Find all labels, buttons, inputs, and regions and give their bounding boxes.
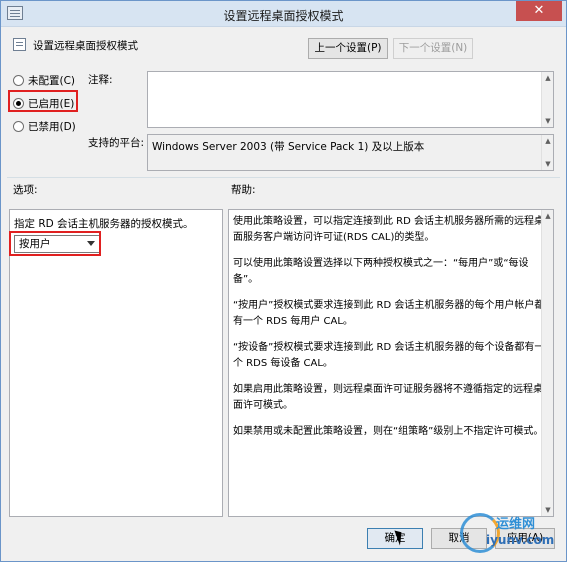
radio-label: 未配置(C) xyxy=(28,75,76,87)
watermark-cn: 运维网 xyxy=(496,517,536,532)
options-label: 选项: xyxy=(13,184,38,196)
help-label: 帮助: xyxy=(231,184,256,196)
window-title: 设置远程桌面授权模式 xyxy=(223,9,344,23)
help-paragraph: 使用此策略设置，可以指定连接到此 RD 会话主机服务器所需的远程桌面服务客户端访… xyxy=(233,216,545,243)
help-text: 使用此策略设置，可以指定连接到此 RD 会话主机服务器所需的远程桌面服务客户端访… xyxy=(233,214,545,450)
options-description: 指定 RD 会话主机服务器的授权模式。 xyxy=(14,218,194,230)
help-paragraph: 如果启用此策略设置，则远程桌面许可证服务器将不遵循指定的远程桌面许可模式。 xyxy=(233,384,543,411)
title-bar[interactable]: 设置远程桌面授权模式 ✕ xyxy=(1,1,566,27)
help-scrollbar[interactable]: ▲ ▼ xyxy=(541,210,553,516)
close-button[interactable]: ✕ xyxy=(516,1,562,21)
comment-label: 注释: xyxy=(88,74,113,86)
radio-label: 已禁用(D) xyxy=(28,121,76,133)
help-paragraph: “按用户”授权模式要求连接到此 RD 会话主机服务器的每个用户帐户都有一个 RD… xyxy=(233,300,545,327)
scroll-down-icon[interactable]: ▼ xyxy=(542,158,554,170)
platform-scrollbar[interactable]: ▲ ▼ xyxy=(541,135,553,170)
divider xyxy=(7,177,560,178)
comment-textarea[interactable]: ▲ ▼ xyxy=(147,71,554,128)
radio-button[interactable] xyxy=(13,75,24,86)
highlight-box-enabled xyxy=(8,90,78,112)
comment-scrollbar[interactable]: ▲ ▼ xyxy=(541,72,553,127)
next-setting-button[interactable]: 下一个设置(N) xyxy=(393,38,473,59)
radio-disabled[interactable]: 已禁用(D) xyxy=(13,119,76,134)
help-paragraph: 如果禁用或未配置此策略设置，则在“组策略”级别上不指定许可模式。 xyxy=(233,426,544,437)
help-paragraph: 可以使用此策略设置选择以下两种授权模式之一：“每用户”或“每设备”。 xyxy=(233,258,529,285)
platform-field: Windows Server 2003 (带 Service Pack 1) 及… xyxy=(147,134,554,171)
highlight-box-select xyxy=(9,231,101,256)
scroll-down-icon[interactable]: ▼ xyxy=(542,115,554,127)
platform-value: Windows Server 2003 (带 Service Pack 1) 及… xyxy=(152,141,425,153)
policy-dialog: 设置远程桌面授权模式 ✕ 设置远程桌面授权模式 上一个设置(P) 下一个设置(N… xyxy=(0,0,567,562)
scroll-up-icon[interactable]: ▲ xyxy=(542,210,554,222)
radio-not-configured[interactable]: 未配置(C) xyxy=(13,73,75,88)
policy-name: 设置远程桌面授权模式 xyxy=(33,40,138,52)
setting-icon xyxy=(13,38,26,51)
scroll-up-icon[interactable]: ▲ xyxy=(542,135,554,147)
watermark-en: iyunv.com xyxy=(486,533,555,547)
prev-setting-button[interactable]: 上一个设置(P) xyxy=(308,38,388,59)
help-pane: 使用此策略设置，可以指定连接到此 RD 会话主机服务器所需的远程桌面服务客户端访… xyxy=(228,209,554,517)
radio-button[interactable] xyxy=(13,121,24,132)
platform-label: 支持的平台: xyxy=(88,137,145,149)
help-paragraph: “按设备”授权模式要求连接到此 RD 会话主机服务器的每个设备都有一个 RDS … xyxy=(233,342,545,369)
watermark-logo: 运维网 iyunv.com xyxy=(456,511,562,555)
scroll-up-icon[interactable]: ▲ xyxy=(542,72,554,84)
